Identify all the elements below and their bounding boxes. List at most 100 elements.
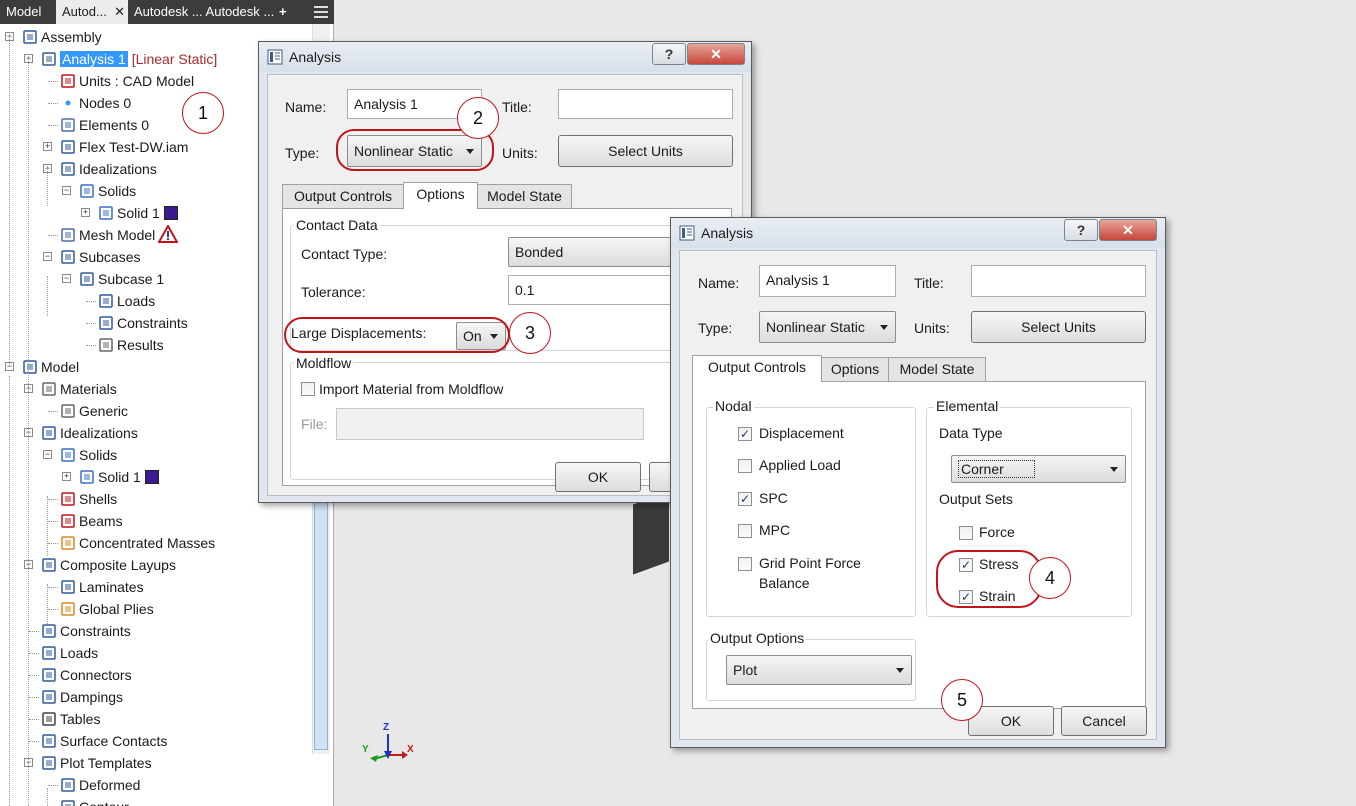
tree-item[interactable]: Solids <box>79 180 136 202</box>
tree-item[interactable]: Deformed <box>60 774 140 796</box>
tree-item-label: Tables <box>60 711 101 727</box>
nodal-checkbox[interactable]: ✓ <box>738 492 752 506</box>
tree-item[interactable]: Concentrated Masses <box>60 532 215 554</box>
nodal-checkbox[interactable] <box>738 459 752 473</box>
tree-item[interactable]: Nodes 0 <box>60 92 131 114</box>
tree-item[interactable]: Elements 0 <box>60 114 149 136</box>
tree-item[interactable]: Connectors <box>41 664 132 686</box>
tab-output-controls[interactable]: Output Controls <box>692 355 822 382</box>
tree-item-label: Materials <box>60 381 117 397</box>
tree-item[interactable]: Solid 1 <box>98 202 178 224</box>
title-input[interactable] <box>558 89 733 119</box>
tree-item[interactable]: Plot Templates <box>41 752 152 774</box>
close-button[interactable]: ✕ <box>687 43 745 65</box>
tab-output-controls[interactable]: Output Controls <box>282 184 404 209</box>
tree-connector <box>48 521 58 522</box>
tree-item[interactable]: Loads <box>41 642 98 664</box>
tree-item[interactable]: Mesh Model <box>60 223 179 246</box>
tree-item[interactable]: Subcase 1 <box>79 268 164 290</box>
nodal-checkbox[interactable] <box>738 524 752 538</box>
title-input[interactable] <box>971 265 1146 297</box>
tree-item[interactable]: Loads <box>98 290 155 312</box>
tree-item[interactable]: Global Plies <box>60 598 154 620</box>
dialog1-title-bar[interactable]: Analysis ? ✕ <box>259 42 751 72</box>
tree-expander-icon[interactable]: − <box>43 252 52 261</box>
tree-item[interactable]: Constraints <box>41 620 131 642</box>
ok-button[interactable]: OK <box>555 462 641 492</box>
tree-expander-icon[interactable]: − <box>43 450 52 459</box>
tree-item[interactable]: Constraints <box>98 312 188 334</box>
callout-5: 5 <box>941 679 983 721</box>
tab-model-state[interactable]: Model State <box>888 357 986 382</box>
tree-item-label: Beams <box>79 513 123 529</box>
select-units-button[interactable]: Select Units <box>971 311 1146 343</box>
tree-item[interactable]: Solids <box>60 444 117 466</box>
tab-autodesk-2[interactable]: Autodesk ... Autodesk ... <box>128 0 274 24</box>
cancel-button[interactable]: Cancel <box>1061 706 1147 736</box>
tree-item[interactable]: Generic <box>60 400 128 422</box>
tab-autodesk-active[interactable]: Autod... ✕ <box>56 0 128 24</box>
solid-icon <box>79 469 95 485</box>
output-set-checkbox[interactable] <box>959 526 973 540</box>
units-label: Units: <box>914 320 950 336</box>
tree-item[interactable]: Idealizations <box>41 422 138 444</box>
tree-item-label: Elements 0 <box>79 117 150 133</box>
add-tab-button[interactable]: + <box>273 0 289 24</box>
tree-item[interactable]: Results <box>98 334 164 356</box>
tree-connector <box>48 235 58 236</box>
name-input[interactable]: Analysis 1 <box>759 265 896 297</box>
nodal-checkbox-label: MPC <box>759 522 791 538</box>
tree-item[interactable]: Composite Layups <box>41 554 176 576</box>
tree-expander-icon[interactable]: − <box>62 186 71 195</box>
tree-expander-icon[interactable]: + <box>62 472 71 481</box>
tree-guide-line <box>9 34 10 364</box>
tree-item[interactable]: Solid 1 <box>79 466 159 488</box>
ok-button[interactable]: OK <box>968 706 1054 736</box>
close-button[interactable]: ✕ <box>1099 219 1157 241</box>
dialog2-title-bar[interactable]: Analysis ? ✕ <box>671 218 1165 248</box>
tree-item[interactable]: Laminates <box>60 576 144 598</box>
tree-item[interactable]: Beams <box>60 510 123 532</box>
tree-expander-icon[interactable]: − <box>62 274 71 283</box>
tab-model[interactable]: Model <box>0 0 56 24</box>
import-moldflow-checkbox[interactable] <box>301 382 315 396</box>
tree-item[interactable]: Surface Contacts <box>41 730 167 752</box>
tree-item[interactable]: Flex Test-DW.iam <box>60 136 188 158</box>
tree-item-label: Laminates <box>79 579 144 595</box>
tree-item[interactable]: Shells <box>60 488 117 510</box>
data-type-dropdown[interactable]: Corner <box>951 455 1126 483</box>
nodal-checkbox[interactable]: ✓ <box>738 427 752 441</box>
tab-options[interactable]: Options <box>403 182 478 209</box>
help-button[interactable]: ? <box>652 43 686 65</box>
tree-item[interactable]: Analysis 1 [Linear Static] <box>41 48 217 70</box>
help-button[interactable]: ? <box>1064 219 1098 241</box>
type-dropdown[interactable]: Nonlinear Static <box>759 311 896 343</box>
tree-item[interactable]: Tables <box>41 708 100 730</box>
tree-item[interactable]: Dampings <box>41 686 123 708</box>
callout-3: 3 <box>509 312 551 354</box>
file-input[interactable] <box>336 408 644 440</box>
output-options-dropdown[interactable]: Plot <box>726 655 912 685</box>
hamburger-icon[interactable] <box>314 6 328 18</box>
close-icon[interactable]: ✕ <box>114 0 125 24</box>
elemental-label: Elemental <box>934 398 1001 414</box>
tree-expander-icon[interactable]: + <box>43 142 52 151</box>
tree-item-label: Connectors <box>60 667 132 683</box>
tree-item[interactable]: Idealizations <box>60 158 157 180</box>
tree-item[interactable]: Assembly <box>22 26 102 48</box>
tree-expander-icon[interactable]: + <box>81 208 90 217</box>
tree-item[interactable]: Contour <box>60 796 129 806</box>
tree-item[interactable]: Materials <box>41 378 117 400</box>
loads-icon <box>41 645 57 661</box>
tree-item[interactable]: Units : CAD Model <box>60 70 194 92</box>
tab-options[interactable]: Options <box>821 357 889 382</box>
nodal-checkbox[interactable] <box>738 557 752 571</box>
select-units-button[interactable]: Select Units <box>558 135 733 167</box>
tree-item-label: Mesh Model <box>79 227 156 243</box>
tree-connector <box>48 125 58 126</box>
contact-data-label: Contact Data <box>294 217 380 233</box>
tab-model-state[interactable]: Model State <box>477 184 572 209</box>
tree-item[interactable]: Subcases <box>60 246 140 268</box>
browser-scroll-thumb[interactable] <box>314 460 328 750</box>
tree-item[interactable]: Model <box>22 356 79 378</box>
